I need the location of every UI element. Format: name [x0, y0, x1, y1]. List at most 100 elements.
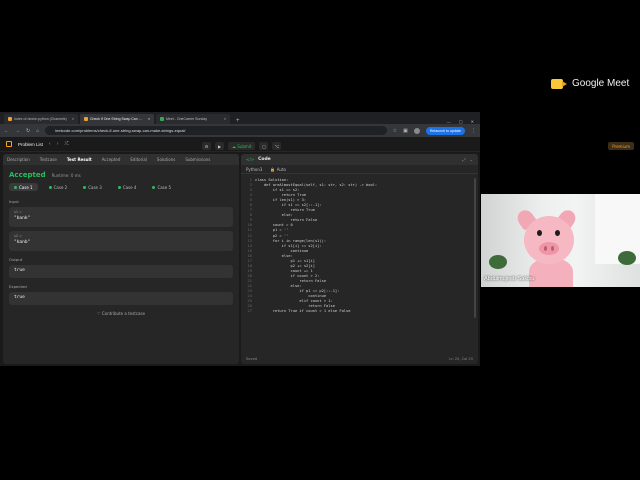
tab-favicon-icon [84, 117, 88, 121]
browser-tab-strip: Index of /annie-python (Channels) × Check… [0, 112, 480, 124]
case-tab[interactable]: Case 3 [78, 183, 107, 191]
pass-dot-icon [83, 185, 87, 189]
extensions-icon[interactable]: ▣ [403, 128, 408, 134]
tab-editorial[interactable]: Editorial [130, 157, 147, 162]
browser-tab-label: Meet - OneCareer Sunday [166, 117, 208, 121]
code-icon: </> [246, 157, 255, 162]
forward-icon[interactable]: → [15, 128, 20, 134]
case-label: Case 3 [88, 184, 102, 190]
save-status: Saved [246, 356, 258, 361]
expected-label: Expected [9, 284, 27, 289]
submit-button[interactable]: ☁ Submit [228, 142, 256, 150]
google-meet-logo: Google Meet [551, 78, 629, 89]
input-field-s2: s2 = "kanb" [9, 231, 233, 251]
problem-list-link[interactable]: Problem List [18, 142, 43, 147]
tab-test-result[interactable]: Test Result [67, 157, 92, 162]
auto-mode-toggle[interactable]: 🔒 Auto [270, 167, 286, 172]
home-icon[interactable]: ⌂ [36, 128, 39, 134]
tab-favicon-icon [8, 117, 12, 121]
case-tab[interactable]: Case 5 [147, 183, 176, 191]
input-label: Input [9, 199, 19, 204]
case-label: Case 2 [53, 184, 68, 190]
url-input[interactable]: leetcode.com/problems/check-if-one-strin… [45, 126, 387, 135]
menu-icon[interactable]: ⋮ [471, 128, 476, 134]
tab-solutions[interactable]: Solutions [157, 157, 175, 162]
case-tab[interactable]: Case 1 [9, 183, 38, 191]
editor-scrollbar[interactable] [474, 178, 476, 318]
window-controls: — ▢ ✕ [447, 119, 480, 124]
code-panel-title: Code [258, 157, 271, 162]
contribute-testcase-link[interactable]: ♡ Contribute a testcase [3, 311, 239, 316]
minimize-icon[interactable]: — [447, 119, 451, 124]
plant-left [489, 255, 507, 269]
code-editor[interactable]: 1 class Solution: 2 def areAlmostEqual(sel… [241, 176, 478, 352]
pig-nostril [551, 246, 554, 251]
leetcode-logo-icon[interactable] [6, 141, 12, 147]
maximize-icon[interactable]: ▢ [459, 119, 463, 124]
pig-eye-left [537, 230, 542, 236]
browser-tab-active[interactable]: Check If One String Swap Can ... × [80, 114, 154, 124]
result-summary: Accepted Runtime: 0 ms [3, 165, 239, 183]
pig-avatar [524, 216, 574, 264]
notes-icon[interactable]: ▢ [259, 142, 269, 150]
prev-problem-icon[interactable]: ‹ [49, 141, 51, 147]
pass-dot-icon [117, 185, 121, 189]
pass-dot-icon [14, 185, 17, 189]
output-value: true [14, 268, 25, 273]
star-icon[interactable]: ☆ [393, 128, 397, 134]
case-label: Case 5 [157, 184, 172, 190]
reload-icon[interactable]: ↻ [26, 128, 30, 134]
case-label: Case 4 [122, 184, 137, 190]
pig-eye-right [555, 230, 560, 236]
meet-camera-icon [551, 78, 567, 89]
test-result-panel: Description Testcase Test Result Accepte… [3, 154, 239, 364]
close-icon[interactable]: × [148, 117, 150, 121]
next-problem-icon[interactable]: › [57, 141, 59, 147]
tab-testcase[interactable]: Testcase [40, 157, 57, 162]
pass-dot-icon [152, 185, 156, 189]
share-icon[interactable]: ⌥ [272, 142, 282, 150]
case-tab[interactable]: Case 2 [44, 183, 73, 191]
output-field: true [9, 265, 233, 278]
language-bar: Python3 🔒 Auto [241, 165, 478, 174]
run-icon[interactable]: ▶ [215, 142, 224, 150]
close-window-icon[interactable]: ✕ [471, 119, 474, 124]
input-name: s2 = [14, 234, 23, 238]
pig-snout [539, 242, 559, 255]
address-bar-row: ← → ↻ ⌂ leetcode.com/problems/check-if-o… [0, 124, 480, 137]
case-tab[interactable]: Case 4 [113, 183, 142, 191]
line-number: 27 [247, 309, 252, 314]
shuffle-icon[interactable]: ⤮ [64, 141, 68, 147]
cursor-position: Ln 25, Col 25 [449, 356, 473, 361]
back-icon[interactable]: ← [4, 128, 9, 134]
run-controls: ⚙ ▶ ☁ Submit ▢ ⌥ [202, 142, 282, 150]
language-select[interactable]: Python3 [246, 167, 262, 172]
browser-tab[interactable]: Index of /annie-python (Channels) × [4, 114, 78, 124]
code-line[interactable]: 27 return True if count > 1 else False [241, 309, 478, 314]
expected-field: true [9, 292, 233, 305]
case-label: Case 1 [19, 184, 33, 190]
code-text: return True if count > 1 else False [255, 309, 351, 314]
expand-icon[interactable]: ⤢ [462, 157, 465, 162]
tab-submissions[interactable]: Submissions [185, 157, 210, 162]
relaunch-button[interactable]: Relaunch to update [425, 126, 465, 135]
meet-brand-text: Google Meet [572, 78, 630, 89]
tab-accepted[interactable]: Accepted [102, 157, 121, 162]
expected-value: true [14, 295, 25, 300]
plant-right [618, 251, 636, 265]
close-icon[interactable]: × [224, 117, 226, 121]
code-panel-header: </> Code ⤢ ⌄ [241, 154, 478, 165]
profile-avatar[interactable] [413, 127, 420, 134]
debug-icon[interactable]: ⚙ [202, 142, 211, 150]
participant-tile[interactable]: Abdulmujeeb Sakibu [481, 194, 640, 287]
case-tabs: Case 1 Case 2 Case 3 Case 4 Case 5 [3, 183, 239, 197]
close-icon[interactable]: × [72, 117, 74, 121]
browser-tab[interactable]: Meet - OneCareer Sunday × [156, 114, 230, 124]
premium-button[interactable]: Premium [608, 142, 634, 150]
browser-tab-label: Index of /annie-python (Channels) [14, 117, 67, 121]
tab-description[interactable]: Description [7, 157, 30, 162]
collapse-icon[interactable]: ⌄ [470, 157, 473, 162]
new-tab-button[interactable]: + [232, 118, 244, 124]
tab-favicon-icon [160, 117, 164, 121]
input-name: s1 = [14, 210, 23, 214]
